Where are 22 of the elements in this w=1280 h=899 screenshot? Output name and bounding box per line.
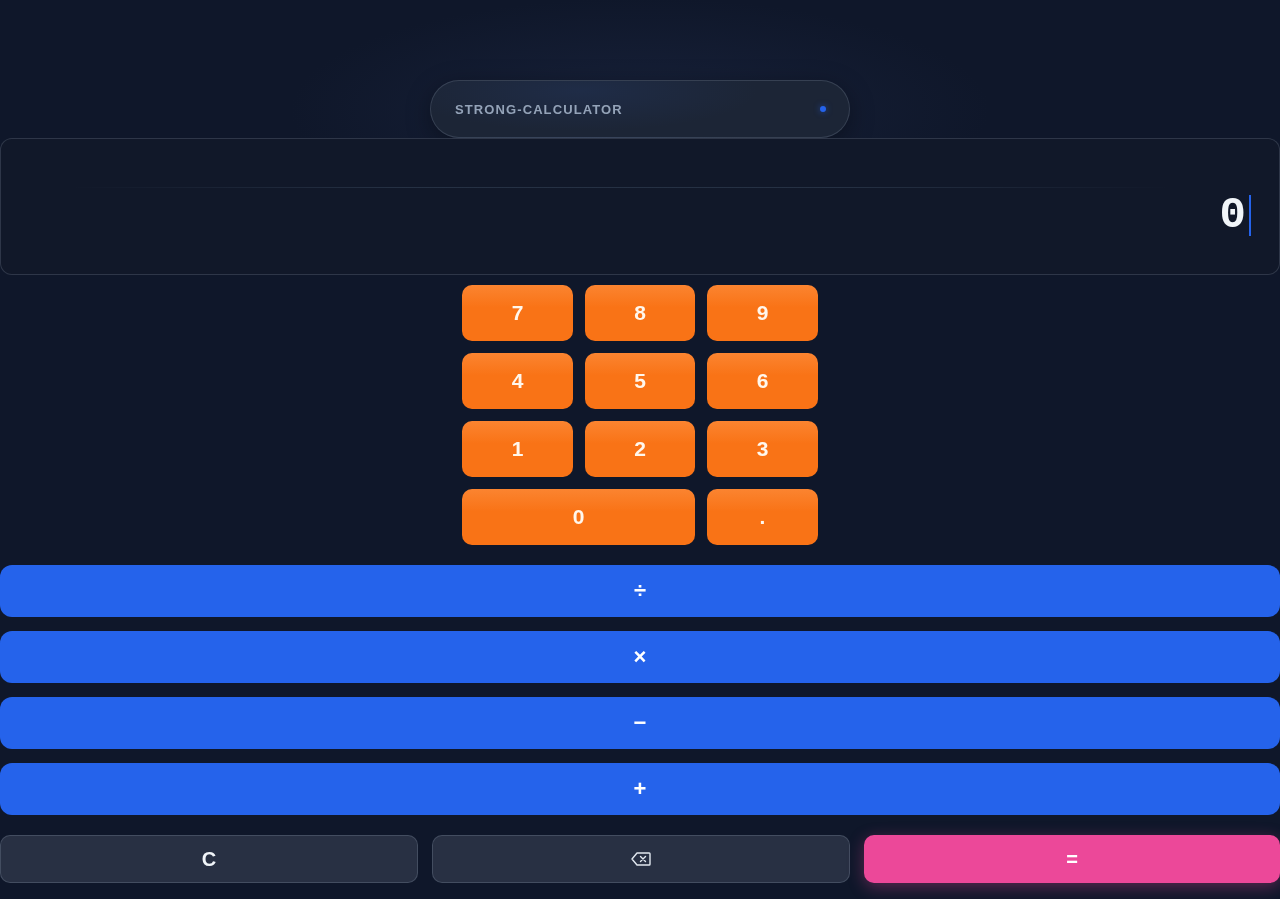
display-value: 0 [1219,194,1246,236]
key-button[interactable]: 2 [585,421,695,477]
key-button[interactable]: 0 [462,489,695,545]
operator-button[interactable]: × [0,631,1280,683]
backspace-button[interactable] [432,835,850,883]
operator-button[interactable]: + [0,763,1280,815]
key-button[interactable]: 3 [707,421,818,477]
key-button[interactable]: 1 [462,421,573,477]
operator-button[interactable]: − [0,697,1280,749]
key-button[interactable]: 9 [707,285,818,341]
operator-button[interactable]: ÷ [0,565,1280,617]
key-button[interactable]: 5 [585,353,695,409]
key-button[interactable]: 7 [462,285,573,341]
clear-button[interactable]: C [0,835,418,883]
app-title: STRONG-CALCULATOR [455,101,623,117]
key-button[interactable]: 6 [707,353,818,409]
key-button[interactable]: 8 [585,285,695,341]
equals-button[interactable]: = [864,835,1280,883]
backspace-icon [631,852,651,866]
key-button[interactable]: 4 [462,353,573,409]
key-button[interactable]: . [707,489,818,545]
status-dot-icon [820,106,826,112]
